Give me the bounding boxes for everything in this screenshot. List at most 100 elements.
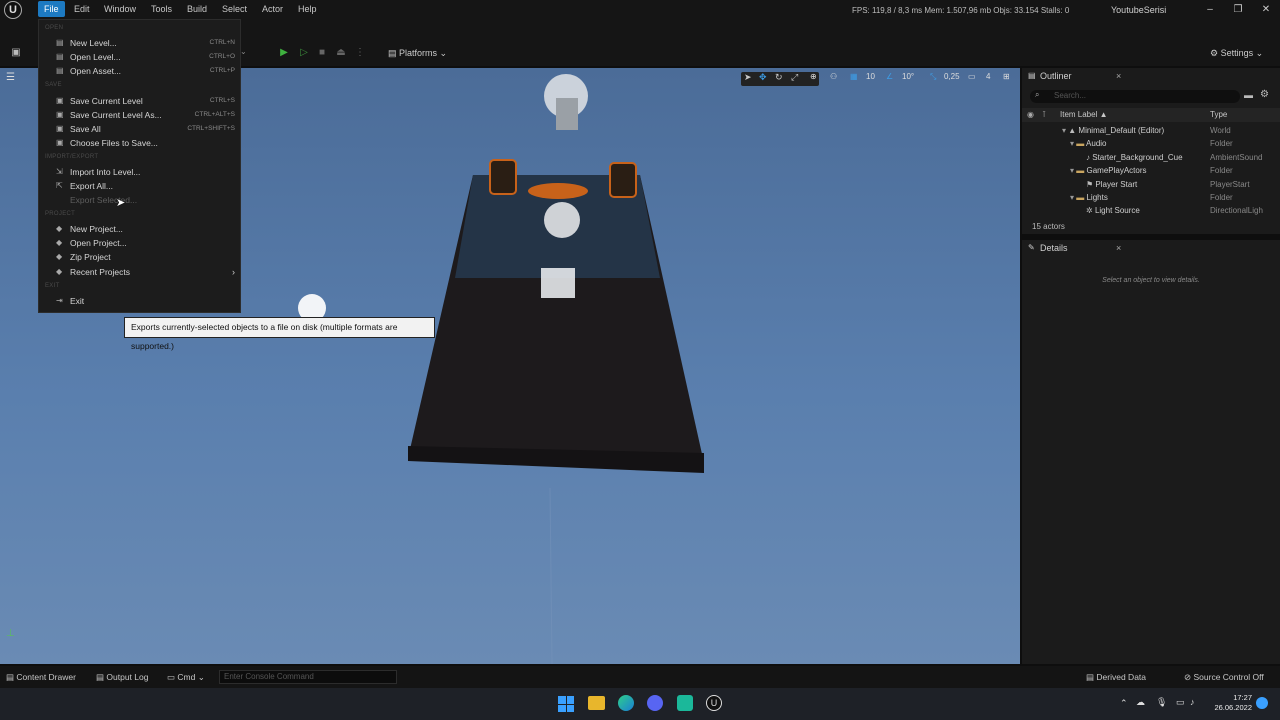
angle-snap-icon[interactable]: ∠ [886,72,893,81]
windows-start-icon[interactable] [558,696,574,712]
column-item-label[interactable]: Item Label ▲ [1060,108,1108,122]
unreal-engine-taskbar-icon[interactable]: U [706,695,722,711]
system-clock[interactable]: 17:27 26.06.2022 [1206,693,1252,713]
menu-item-save-current-level[interactable]: ▣ Save Current Level CTRL+S [39,94,240,108]
menu-item-open-project[interactable]: ◆ Open Project... [39,236,240,250]
rotate-tool-icon[interactable]: ↻ [775,72,783,83]
tree-row[interactable]: ▾ ▬ Lights Folder [1022,191,1280,204]
windows-taskbar: U ⌃ ☁ 🎙︎ ▭ ♪ 17:27 26.06.2022 [0,688,1280,720]
menu-item-recent-projects[interactable]: ◆ Recent Projects › [39,265,240,279]
output-log-button[interactable]: ▤ Output Log [96,670,148,684]
menu-item-exit[interactable]: ⇥ Exit [39,294,240,308]
folder-add-icon[interactable]: ▬ [1244,90,1253,100]
menu-help[interactable]: Help [292,1,323,17]
menu-build[interactable]: Build [181,1,213,17]
world-icon[interactable]: ⊕ [810,72,817,81]
more-options-icon[interactable]: ⋮ [352,45,368,61]
outliner-tab[interactable]: ▤ Outliner × [1022,68,1280,84]
maximize-viewport-icon[interactable]: ⊞ [1003,72,1010,81]
eject-icon[interactable]: ⏏ [333,45,349,61]
menu-item-export-selected[interactable]: Export Selected... [39,193,240,207]
volume-icon[interactable]: ♪ [1190,697,1195,707]
pin-icon[interactable]: ⊺ [1042,108,1046,122]
tree-row[interactable]: ⚑ Player Start PlayerStart [1022,178,1280,191]
camera-speed-icon[interactable]: ▭ [968,72,976,81]
menu-item-open-level[interactable]: ▤ Open Level... CTRL+O [39,50,240,64]
details-panel: ✎ Details × Select an object to view det… [1022,240,1280,664]
menu-item-save-all[interactable]: ▣ Save All CTRL+SHIFT+S [39,122,240,136]
chevron-down-icon[interactable]: ⌄ [240,47,247,56]
app-icon[interactable] [677,695,693,711]
select-tool-icon[interactable]: ➤ [744,72,752,83]
discord-icon[interactable] [647,695,663,711]
grid-snap-value[interactable]: 10 [866,72,875,81]
outliner-close-icon[interactable]: × [1116,68,1121,84]
tree-row[interactable]: ▾ ▬ Audio Folder [1022,137,1280,150]
move-tool-icon[interactable]: ✥ [759,72,767,83]
settings-button[interactable]: ⚙ Settings ⌄ [1210,45,1263,61]
console-command-input[interactable]: Enter Console Command [219,670,397,684]
export-selected-tooltip: Exports currently-selected objects to a … [124,317,435,351]
content-drawer-button[interactable]: ▤ Content Drawer [6,670,76,684]
column-type[interactable]: Type [1210,108,1227,122]
notification-icon[interactable] [1256,697,1268,709]
menu-edit[interactable]: Edit [68,1,96,17]
details-close-icon[interactable]: × [1116,240,1121,256]
menu-tools[interactable]: Tools [145,1,178,17]
menu-actor[interactable]: Actor [256,1,289,17]
menu-item-new-project[interactable]: ◆ New Project... [39,222,240,236]
display-icon[interactable]: ▭ [1176,697,1185,708]
unreal-logo-icon[interactable]: U [4,1,22,19]
save-icon[interactable]: ▣ [8,45,24,61]
scale-snap-icon[interactable]: ⤡ [930,72,936,82]
menu-item-new-level[interactable]: ▤ New Level... CTRL+N [39,36,240,50]
outliner-search-field[interactable]: ⌕ Search... [1030,90,1240,103]
menu-file[interactable]: File [38,1,65,17]
platforms-button[interactable]: ▤ Platforms ⌄ [388,45,447,61]
menu-window[interactable]: Window [98,1,142,17]
menu-item-export-all[interactable]: ⇱ Export All... [39,179,240,193]
cloud-icon[interactable]: ☁ [1136,697,1145,708]
close-icon[interactable]: ✕ [1252,2,1280,18]
edge-browser-icon[interactable] [618,695,634,711]
import-icon: ⇲ [56,167,63,176]
camera-speed-value[interactable]: 4 [986,72,990,81]
tree-row[interactable]: ▾ ▲ Minimal_Default (Editor) World [1022,124,1280,137]
details-tab[interactable]: ✎ Details × [1022,240,1280,256]
source-control-button[interactable]: ⊘ Source Control Off [1184,670,1264,684]
stop-icon[interactable]: ■ [314,45,330,61]
visibility-icon[interactable]: ◉ [1027,108,1034,122]
project-name: YoutubeSerisi [1111,5,1167,15]
grid-snap-icon[interactable]: ▦ [850,72,858,81]
outliner-settings-icon[interactable]: ⚙ [1260,89,1269,100]
angle-snap-value[interactable]: 10° [902,72,914,81]
surface-snap-icon[interactable]: ⚇ [830,72,837,81]
menu-section-header: SAVE [45,82,62,88]
light-icon: ✲ [1086,206,1093,216]
tree-row[interactable]: ▾ ▬ GamePlayActors Folder [1022,164,1280,177]
tree-row[interactable]: ✲ Light Source DirectionalLigh [1022,204,1280,217]
derived-data-button[interactable]: ▤ Derived Data [1086,670,1146,684]
maximize-icon[interactable]: ❐ [1224,2,1252,18]
play-icon[interactable]: ▶ [276,45,292,61]
folder-icon: ▬ [1076,139,1085,149]
chevron-up-icon[interactable]: ⌃ [1120,698,1128,709]
file-explorer-icon[interactable] [588,696,605,710]
menu-item-save-level-as[interactable]: ▣ Save Current Level As... CTRL+ALT+S [39,108,240,122]
scale-tool-icon[interactable]: ⤢ [791,72,798,83]
tree-row-label: ▾ ▬ Lights [1070,192,1108,202]
microphone-icon[interactable]: 🎙︎ [1156,697,1167,708]
cmd-dropdown[interactable]: ▭ Cmd ⌄ [167,670,205,684]
menu-item-zip-project[interactable]: ◆ Zip Project [39,250,240,264]
tree-row[interactable]: ♪ Starter_Background_Cue AmbientSound [1022,151,1280,164]
performance-stats: FPS: 119,8 / 8,3 ms Mem: 1.507,96 mb Obj… [852,6,1070,15]
menu-item-choose-files-to-save[interactable]: ▣ Choose Files to Save... [39,136,240,150]
skip-icon[interactable]: ▷ [296,45,312,61]
folder-icon: ▬ [1076,192,1085,202]
menu-item-import-into-level[interactable]: ⇲ Import Into Level... [39,165,240,179]
minimize-icon[interactable]: – [1196,2,1224,18]
viewport-menu-icon[interactable]: ☰ [6,72,15,83]
menu-item-open-asset[interactable]: ▤ Open Asset... CTRL+P [39,64,240,78]
menu-select[interactable]: Select [216,1,253,17]
scale-snap-value[interactable]: 0,25 [944,72,960,81]
